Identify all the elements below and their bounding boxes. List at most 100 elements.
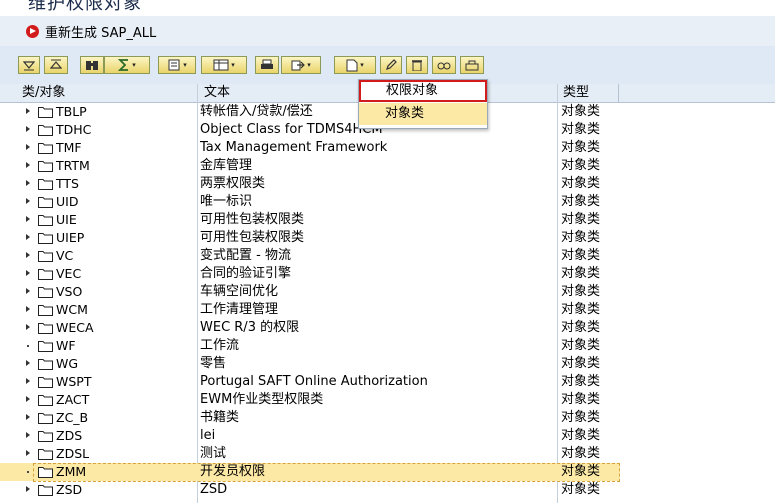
display-button[interactable]	[432, 56, 456, 74]
object-class-text: 可用性包装权限类	[200, 230, 305, 245]
object-class-name: UIE	[56, 212, 77, 227]
tree-row[interactable]: TDHC Object Class for TDMS4HCM 对象类	[0, 121, 620, 139]
expand-arrow-icon[interactable]	[26, 144, 30, 150]
object-class-text: ZSD	[200, 482, 228, 497]
expand-arrow-icon[interactable]	[26, 306, 30, 312]
folder-icon	[38, 287, 53, 298]
export-button[interactable]: ▾	[281, 56, 321, 74]
object-class-text: 书籍类	[200, 410, 240, 425]
tree-row[interactable]: ZDS lei 对象类	[0, 427, 620, 445]
regenerate-sap-all-button[interactable]: 重新生成 SAP_ALL	[26, 21, 156, 41]
object-class-type: 对象类	[561, 284, 601, 299]
object-class-name: ZMM	[56, 464, 87, 479]
object-class-tree: TBLP 转帐借入/贷款/偿还 对象类 TDHC Object Class for TD…	[0, 103, 775, 499]
expand-arrow-icon[interactable]	[26, 396, 30, 402]
object-class-type: 对象类	[561, 302, 601, 317]
expand-arrow-icon[interactable]	[26, 252, 30, 258]
object-class-name: UIEP	[56, 230, 85, 245]
expand-arrow-icon[interactable]	[26, 234, 30, 240]
new-icon	[346, 59, 358, 71]
export-dropdown-icon: ▾	[307, 61, 311, 69]
object-class-type: 对象类	[561, 248, 601, 263]
create-dropdown-menu: 权限对象 对象类	[358, 79, 488, 129]
sum-dropdown-icon: ▾	[132, 61, 136, 69]
folder-icon	[38, 197, 53, 208]
sum-button[interactable]: ▾	[104, 56, 150, 74]
tree-row[interactable]: TTS 两票权限类 对象类	[0, 175, 620, 193]
tree-row[interactable]: UID 唯一标识 对象类	[0, 193, 620, 211]
expand-arrow-icon[interactable]	[26, 126, 30, 132]
tree-row[interactable]: WG 零售 对象类	[0, 355, 620, 373]
find-button[interactable]	[80, 56, 104, 74]
object-class-name: TBLP	[56, 104, 87, 119]
object-class-type: 对象类	[561, 338, 601, 353]
expand-arrow-icon[interactable]	[26, 486, 30, 492]
print-preview-button[interactable]: ▾	[158, 56, 196, 74]
leaf-dot-icon	[27, 471, 29, 473]
expand-arrow-icon[interactable]	[26, 270, 30, 276]
tree-row[interactable]: VEC 合同的验证引擎 对象类	[0, 265, 620, 283]
tree-row[interactable]: ZSD ZSD 对象类	[0, 481, 620, 499]
expand-arrow-icon[interactable]	[26, 288, 30, 294]
tree-row[interactable]: ZACT EWM作业类型权限类 对象类	[0, 391, 620, 409]
expand-arrow-icon[interactable]	[26, 360, 30, 366]
object-class-text: 金库管理	[200, 158, 253, 173]
expand-arrow-icon[interactable]	[26, 108, 30, 114]
folder-icon	[38, 161, 53, 172]
menu-item-object-class[interactable]: 对象类	[359, 103, 487, 125]
expand-arrow-icon[interactable]	[26, 432, 30, 438]
object-class-text: 开发员权限	[200, 464, 266, 479]
tree-row[interactable]: WSPT Portugal SAFT Online Authorization 对象…	[0, 373, 620, 391]
object-class-name: ZC_B	[56, 410, 89, 425]
layout-icon	[213, 59, 229, 71]
tree-row[interactable]: UIEP 可用性包装权限类 对象类	[0, 229, 620, 247]
tree-row[interactable]: WECA WEC R/3 的权限 对象类	[0, 319, 620, 337]
folder-icon	[38, 341, 53, 352]
tree-row[interactable]: WCM 工作清理管理 对象类	[0, 301, 620, 319]
tree-row[interactable]: UIE 可用性包装权限类 对象类	[0, 211, 620, 229]
tree-row[interactable]: WF 工作流 对象类	[0, 337, 620, 355]
tree-row[interactable]: ZMM 开发员权限 对象类	[0, 463, 620, 482]
column-header-text[interactable]: 文本	[204, 85, 230, 101]
tree-row[interactable]: TRTM 金库管理 对象类	[0, 157, 620, 175]
expand-arrow-icon[interactable]	[26, 450, 30, 456]
window-title: 维护权限对象	[28, 0, 142, 14]
expand-all-button[interactable]	[18, 56, 40, 74]
expand-arrow-icon[interactable]	[26, 162, 30, 168]
folder-icon	[38, 431, 53, 442]
tree-row[interactable]: TMF Tax Management Framework 对象类	[0, 139, 620, 157]
tree-row[interactable]: VC 变式配置 - 物流 对象类	[0, 247, 620, 265]
tree-row[interactable]: ZC_B 书籍类 对象类	[0, 409, 620, 427]
collapse-all-button[interactable]	[44, 56, 68, 74]
object-class-text: 两票权限类	[200, 176, 266, 191]
expand-arrow-icon[interactable]	[26, 324, 30, 330]
object-class-type: 对象类	[561, 392, 601, 407]
transport-button[interactable]	[460, 56, 484, 74]
edit-button[interactable]	[380, 56, 402, 74]
tree-row[interactable]: TBLP 转帐借入/贷款/偿还 对象类	[0, 103, 620, 121]
tree-row[interactable]: ZDSL 测试 对象类	[0, 445, 620, 463]
layout-button[interactable]: ▾	[201, 56, 247, 74]
create-dropdown-icon: ▾	[360, 61, 364, 69]
menu-item-authorization-object[interactable]: 权限对象	[359, 80, 487, 102]
delete-button[interactable]	[406, 56, 428, 74]
expand-arrow-icon[interactable]	[26, 198, 30, 204]
expand-arrow-icon[interactable]	[26, 414, 30, 420]
object-class-type: 对象类	[561, 266, 601, 281]
object-class-name: TDHC	[56, 122, 92, 137]
print-button[interactable]	[255, 56, 279, 74]
folder-icon	[38, 107, 53, 118]
expand-arrow-icon[interactable]	[26, 216, 30, 222]
column-header-type[interactable]: 类型	[563, 85, 589, 101]
object-class-text: EWM作业类型权限类	[200, 392, 324, 407]
binoculars-icon	[86, 61, 98, 70]
object-class-type: 对象类	[561, 464, 601, 479]
tree-row[interactable]: VSO 车辆空间优化 对象类	[0, 283, 620, 301]
expand-arrow-icon[interactable]	[26, 378, 30, 384]
create-button[interactable]: ▾	[334, 56, 376, 74]
object-class-name: VC	[56, 248, 74, 263]
edit-icon	[386, 59, 397, 70]
column-header-class[interactable]: 类/对象	[22, 85, 65, 101]
expand-arrow-icon[interactable]	[26, 180, 30, 186]
object-class-text: lei	[200, 428, 216, 443]
